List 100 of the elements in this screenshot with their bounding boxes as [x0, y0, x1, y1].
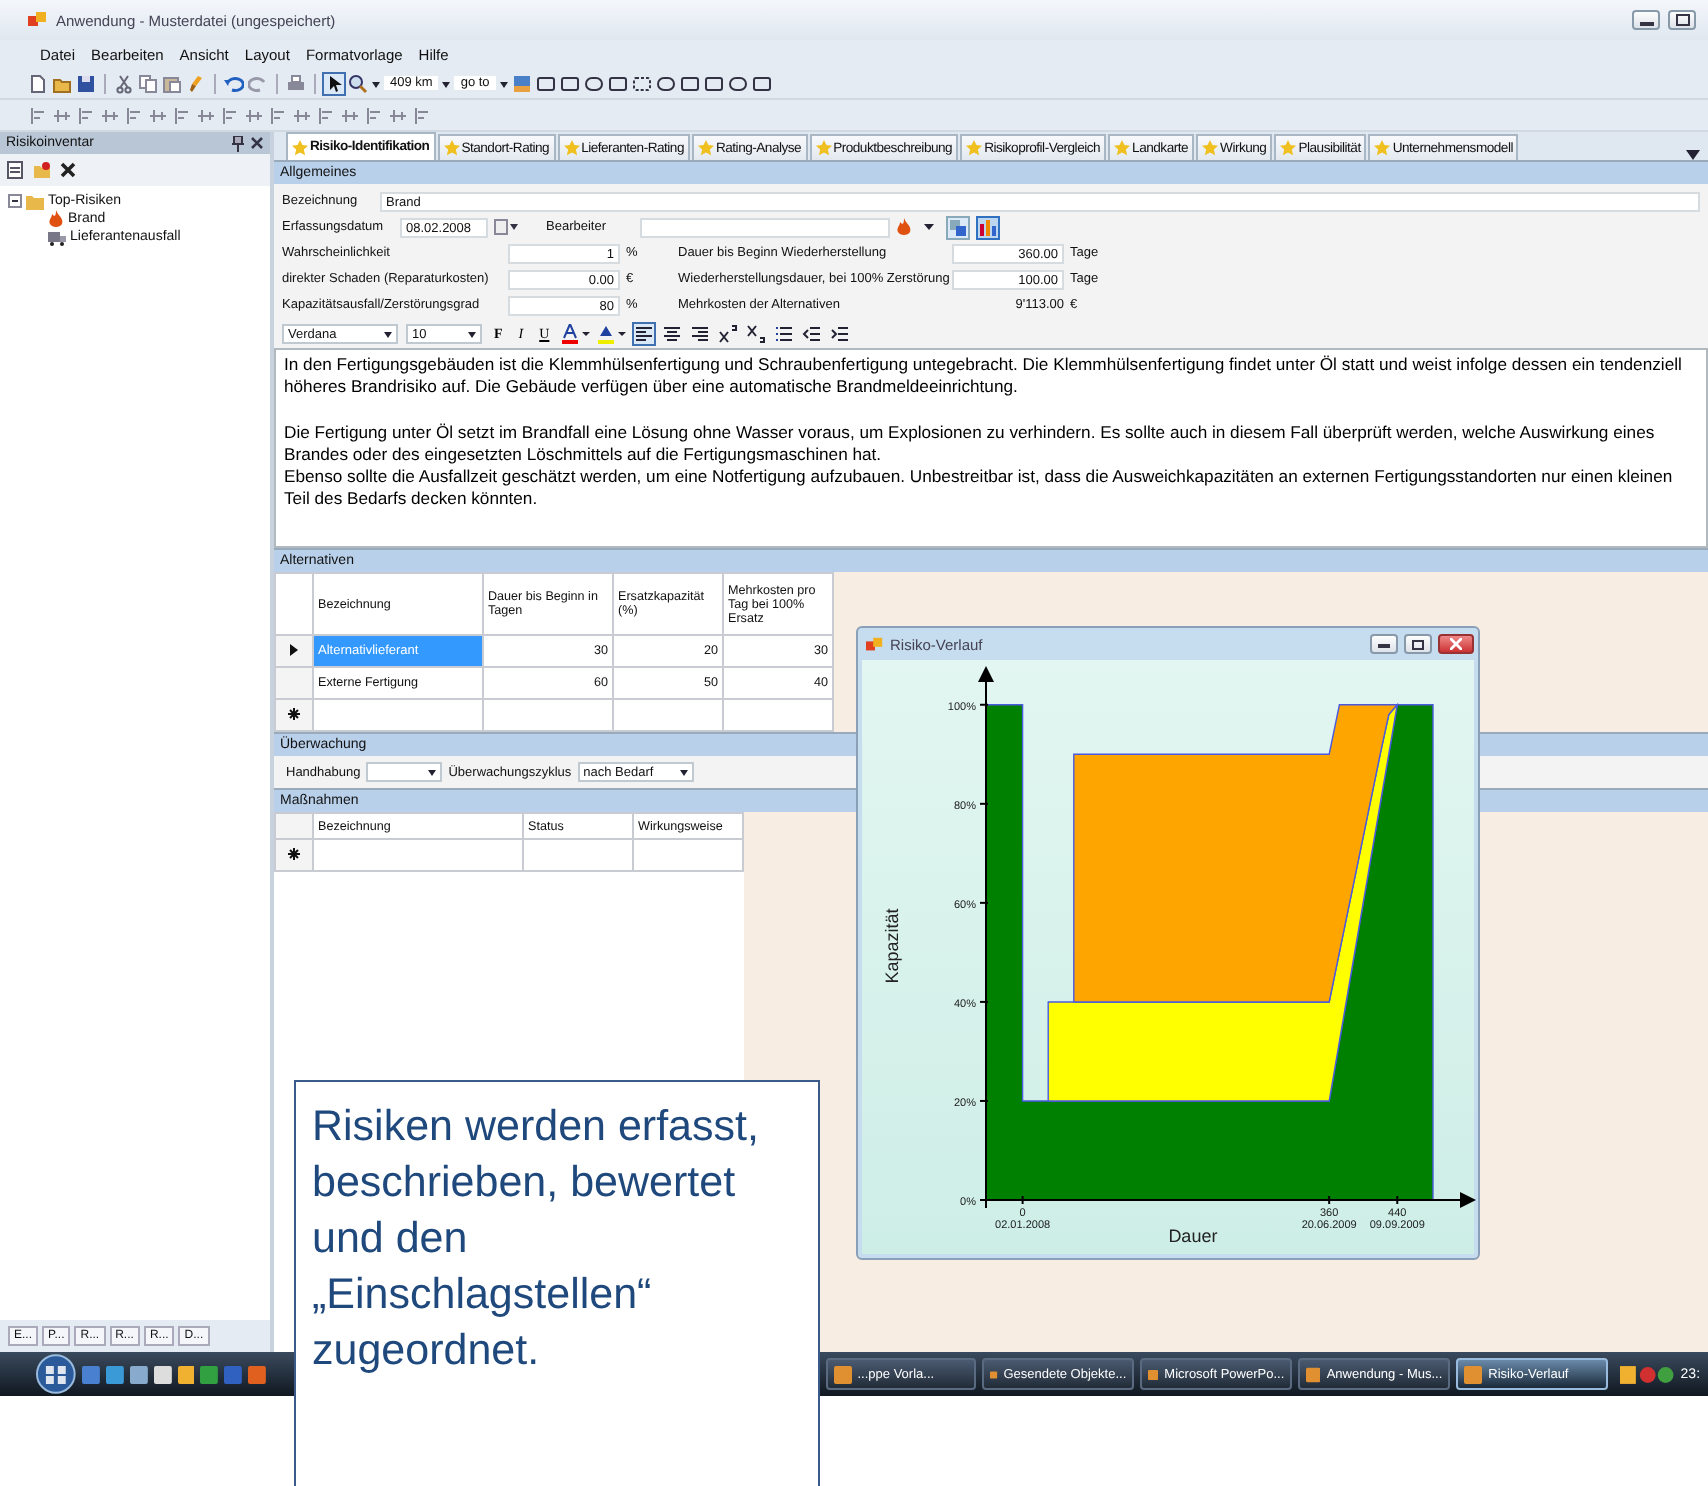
tray-icons[interactable] — [1619, 1365, 1675, 1383]
flame-dropdown-icon[interactable] — [896, 217, 940, 237]
pointer-icon[interactable] — [324, 73, 344, 93]
brush-icon[interactable] — [186, 73, 206, 93]
star-icon — [815, 140, 832, 156]
star-icon — [966, 140, 983, 156]
open-folder-icon[interactable] — [52, 73, 72, 93]
maximize-button[interactable] — [1668, 10, 1696, 30]
minimize-button[interactable] — [1632, 10, 1660, 30]
description-paragraph: Die Fertigung unter Öl setzt im Brandfall eine Lösung ohne Wasser voraus, um Explosionen zu verhindern. Es sollte auch in diesem Fall überprüft werden, welche Auswirkung eines Brandes oder des eingesetzten Löschmittels auf die Fertigungsmaschinen hat. — [284, 421, 1657, 466]
program-icon — [833, 1365, 852, 1383]
align-tool-icon[interactable] — [388, 105, 408, 125]
x-axis-title: Dauer — [1168, 1226, 1218, 1244]
outdent-icon[interactable] — [801, 324, 822, 344]
new-row-icon — [288, 707, 300, 719]
paste-icon[interactable] — [162, 73, 182, 93]
font-color-icon[interactable] — [561, 324, 590, 344]
flame-icon — [48, 210, 64, 228]
cut-icon[interactable] — [114, 73, 134, 93]
maximize-icon — [1412, 639, 1424, 649]
shape-tool-icon[interactable] — [727, 73, 748, 93]
align-tool-icon[interactable] — [268, 105, 288, 125]
tab-overflow-icon[interactable] — [1686, 148, 1700, 160]
collapse-toggle-icon[interactable] — [8, 194, 22, 208]
app-icon — [28, 10, 48, 30]
align-tool-icon[interactable] — [124, 105, 144, 125]
description-paragraph: Ebenso sollte die Ausfallzeit geschätzt werden, um eine Notfertigung aufzubauen. Unbestreitbar ist, dass die Ausweichkapazitäten an externen Fertigungsstandorten nur einen kleinen Teil des Bedarfs decken könnten. — [284, 466, 1675, 511]
align-tool-icon[interactable] — [244, 105, 264, 125]
description-editor[interactable] — [274, 348, 1708, 548]
program-icon — [1148, 1365, 1159, 1383]
zoom-icon[interactable] — [348, 73, 368, 93]
copy-icon[interactable] — [138, 73, 158, 93]
new-file-icon[interactable] — [28, 73, 48, 93]
close-icon — [1450, 638, 1462, 650]
shape-tool-icon[interactable] — [607, 73, 628, 93]
start-button[interactable] — [36, 1354, 76, 1394]
shape-tool-icon[interactable] — [631, 73, 652, 93]
align-tool-icon[interactable] — [172, 105, 192, 125]
new-row-icon — [288, 847, 300, 859]
document-icon[interactable] — [6, 160, 26, 180]
align-tool-icon[interactable] — [412, 105, 432, 125]
shape-tool-icon[interactable] — [655, 73, 676, 93]
close-button[interactable] — [1438, 634, 1474, 654]
star-icon — [1114, 140, 1131, 156]
description-paragraph: In den Fertigungsgebäuden ist die Klemmhülsenfertigung und Schraubenfertigung untegebracht. Die Klemmhülsenfertigung findet unter Öl statt und weist infolge dessen ein tendenziell höheres Brandrisiko auf. Die Gebäude verfügen über eine automatische Brandmeldeeinrichtung. — [284, 354, 1684, 401]
shape-tool-icon[interactable] — [679, 73, 700, 93]
align-tool-icon[interactable] — [316, 105, 336, 125]
maximize-button[interactable] — [1404, 634, 1432, 654]
undo-icon[interactable] — [224, 73, 244, 93]
align-tool-icon[interactable] — [100, 105, 120, 125]
program-icon — [1464, 1365, 1483, 1383]
program-icon — [990, 1365, 998, 1383]
copy-button[interactable] — [946, 215, 970, 239]
app-icon — [866, 635, 884, 653]
pin-icon[interactable] — [232, 135, 244, 151]
align-tool-icon[interactable] — [196, 105, 216, 125]
shape-tool-icon[interactable] — [583, 73, 604, 93]
maximize-icon — [1675, 14, 1689, 26]
shape-tool-icon[interactable] — [559, 73, 580, 93]
align-tool-icon[interactable] — [76, 105, 96, 125]
shape-tool-icon[interactable] — [535, 73, 556, 93]
shape-tool-icon[interactable] — [751, 73, 772, 93]
minimize-button[interactable] — [1370, 634, 1398, 654]
minimize-icon — [1378, 640, 1390, 648]
star-icon — [1374, 140, 1391, 156]
align-center-icon[interactable] — [661, 324, 682, 344]
align-tool-icon[interactable] — [364, 105, 384, 125]
chart-button[interactable] — [976, 215, 1000, 239]
align-tool-icon[interactable] — [220, 105, 240, 125]
calendar-icon[interactable] — [494, 218, 520, 236]
editor-field[interactable] — [640, 217, 890, 237]
align-tool-icon[interactable] — [340, 105, 360, 125]
bullet-list-icon[interactable] — [773, 324, 794, 344]
subscript-icon[interactable] — [745, 324, 766, 344]
callout-text: Risiken werden erfasst, beschrieben, bewertet und den „Einschlagstellen“ zugeordnet. — [312, 1100, 761, 1378]
shape-tool-icon[interactable] — [703, 73, 724, 93]
star-icon — [1202, 140, 1219, 156]
star-icon — [1280, 140, 1297, 156]
close-icon[interactable] — [250, 136, 264, 150]
star-icon — [563, 140, 580, 156]
align-tool-icon[interactable] — [28, 105, 48, 125]
folder-icon — [26, 193, 44, 209]
align-tool-icon[interactable] — [148, 105, 168, 125]
highlight-color-icon[interactable] — [597, 324, 626, 344]
align-tool-icon[interactable] — [52, 105, 72, 125]
folder-add-icon[interactable] — [32, 160, 52, 180]
indent-icon[interactable] — [829, 324, 850, 344]
y-axis-title: Kapazität — [882, 908, 902, 984]
align-right-icon[interactable] — [689, 324, 710, 344]
truck-icon — [48, 229, 66, 245]
star-icon — [697, 140, 714, 156]
align-left-icon[interactable] — [633, 324, 654, 344]
save-icon[interactable] — [76, 73, 96, 93]
star-icon — [292, 139, 308, 155]
superscript-icon[interactable] — [717, 324, 738, 344]
star-icon — [443, 140, 460, 156]
program-icon — [1306, 1365, 1321, 1383]
delete-icon[interactable] — [58, 160, 78, 180]
print-icon[interactable] — [286, 73, 306, 93]
align-tool-icon[interactable] — [292, 105, 312, 125]
